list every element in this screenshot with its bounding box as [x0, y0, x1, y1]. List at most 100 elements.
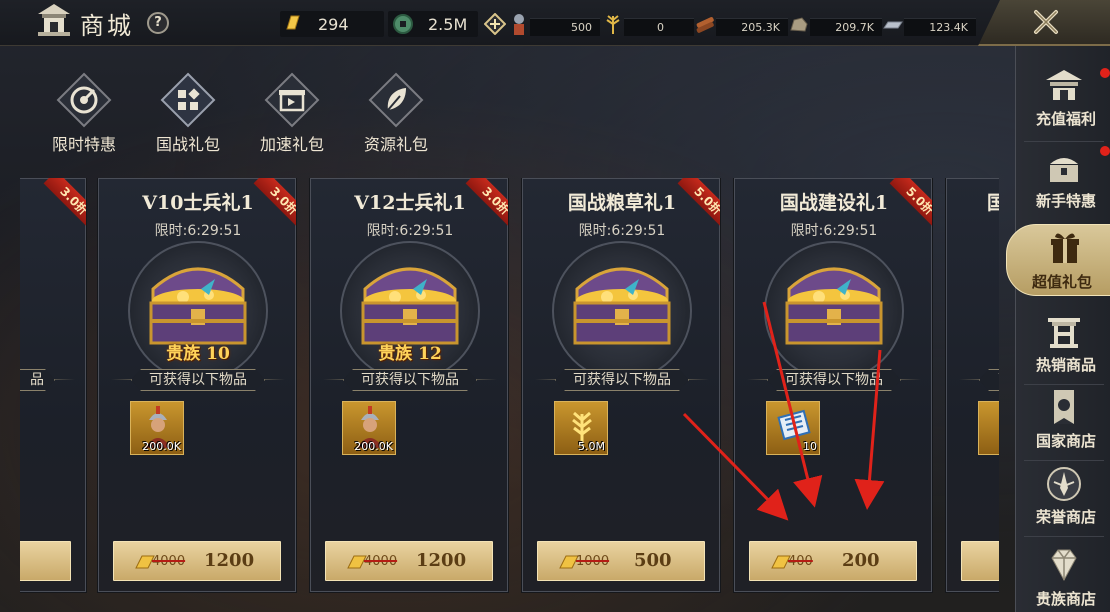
pack-card-partial-left: 礼1 3.0折 品	[20, 178, 87, 593]
discount-ribbon: 3.0折	[248, 178, 296, 226]
iron-icon	[883, 21, 903, 29]
soldier-count: 500	[571, 21, 592, 34]
item-quantity: 5.0M	[578, 440, 605, 453]
notification-dot	[1100, 68, 1110, 78]
tab-national-war-packs[interactable]: 国战礼包	[138, 72, 230, 158]
notification-dot	[1100, 146, 1110, 156]
close-icon[interactable]	[1030, 6, 1062, 38]
discount-label: 5.0折	[677, 178, 720, 226]
reward-item[interactable]: 10	[766, 401, 820, 455]
original-price: 1000	[576, 554, 610, 569]
obtain-banner: 品	[20, 367, 75, 393]
shop-sidebar: 充值福利 新手特惠 超值礼包 热销商品 国家商店 荣誉商店 贵族商店	[1006, 46, 1110, 612]
pack-title: 国	[987, 192, 999, 214]
wood-resource: 205.3K	[694, 12, 790, 38]
tab-limited-offers[interactable]: 限时特惠	[34, 72, 126, 158]
add-resource-icon[interactable]	[484, 13, 506, 35]
nobility-requirement: 贵族 12	[378, 344, 442, 364]
sale-price: 200	[842, 550, 880, 571]
sale-price: 1200	[204, 550, 255, 571]
pack-timer: 限时:6:29:51	[154, 223, 242, 239]
treasure-chest-icon	[785, 267, 883, 345]
discount-label: 3.0折	[253, 178, 296, 226]
gift-icon	[1051, 233, 1079, 263]
stone-count: 209.7K	[835, 21, 874, 34]
obtain-label: 可获得以下物品	[131, 369, 265, 391]
item-quantity: 200.0K	[142, 440, 181, 453]
buy-button[interactable]: 4000 1200	[325, 541, 493, 581]
sidebar-item-national-shop[interactable]: 国家商店	[1016, 384, 1110, 460]
buy-button[interactable]: 400 200	[749, 541, 917, 581]
sidebar-label: 热销商品	[1035, 356, 1096, 374]
buy-button[interactable]: 4000 1200	[113, 541, 281, 581]
pack-card: 国战粮草礼1 5.0折 限时:6:29:51 可获得以下物品 5.0M 1000…	[521, 178, 721, 593]
buy-button[interactable]: 1000 500	[537, 541, 705, 581]
tab-speedup-packs[interactable]: 加速礼包	[242, 72, 334, 158]
sidebar-label: 新手特惠	[1035, 192, 1096, 210]
banner-icon	[1054, 390, 1074, 424]
blocks-icon	[160, 72, 216, 128]
copper-coin-icon	[393, 14, 413, 34]
pack-timer: 限时:6:29:51	[366, 223, 454, 239]
pack-timer: 限时:6:29:51	[790, 223, 878, 239]
sidebar-item-noble-shop[interactable]: 贵族商店	[1016, 542, 1110, 612]
reward-item[interactable]: 200.0K	[130, 401, 184, 455]
buy-button[interactable]	[20, 541, 71, 581]
obtain-banner: 可获得以下物品	[535, 367, 709, 393]
soldier-resource: 500	[508, 12, 600, 38]
stone-resource: 209.7K	[788, 12, 884, 38]
sale-price: 1200	[416, 550, 467, 571]
buy-button[interactable]	[961, 541, 999, 581]
original-price: 4000	[152, 554, 186, 569]
grain-icon	[606, 15, 620, 34]
pack-card-partial-right: 国 可	[945, 178, 999, 593]
reward-item[interactable]	[978, 401, 999, 455]
discount-ribbon: 5.0折	[884, 178, 932, 226]
obtain-banner: 可获得以下物品	[323, 367, 497, 393]
diamond-icon	[1051, 549, 1077, 582]
obtain-label: 可	[979, 369, 999, 391]
iron-resource: 123.4K	[882, 12, 978, 38]
obtain-banner: 可获得以下物品	[747, 367, 921, 393]
pack-card: V12士兵礼1 3.0折 限时:6:29:51 贵族 12 可获得以下物品 20…	[309, 178, 509, 593]
reward-item[interactable]: 200.0K	[342, 401, 396, 455]
sidebar-label: 充值福利	[1035, 110, 1096, 128]
sidebar-item-hot-items[interactable]: 热销商品	[1016, 308, 1110, 384]
sidebar-item-newbie-deals[interactable]: 新手特惠	[1016, 144, 1110, 220]
obtain-label: 可获得以下物品	[767, 369, 901, 391]
sidebar-label: 超值礼包	[1031, 273, 1092, 291]
tab-label: 加速礼包	[259, 135, 324, 154]
obtain-banner: 可获得以下物品	[111, 367, 285, 393]
market-stall-icon	[1048, 318, 1080, 348]
tab-label: 限时特惠	[51, 135, 116, 154]
pavilion-icon	[1046, 70, 1082, 100]
pack-card: 国战建设礼1 5.0折 限时:6:29:51 可获得以下物品 10 400 20…	[733, 178, 933, 593]
gold-amount: 294	[318, 15, 349, 34]
iron-count: 123.4K	[929, 21, 968, 34]
discount-label: 5.0折	[889, 178, 932, 226]
discount-label: 3.0折	[465, 178, 508, 226]
item-quantity: 200.0K	[354, 440, 393, 453]
discount-ribbon: 5.0折	[672, 178, 720, 226]
tab-resource-packs[interactable]: 资源礼包	[346, 72, 438, 158]
discount-label: 3.0折	[43, 178, 86, 226]
help-button[interactable]: ?	[147, 12, 169, 34]
sidebar-item-recharge-benefits[interactable]: 充值福利	[1016, 62, 1110, 138]
timer-target-icon	[56, 72, 112, 128]
page-title: 商城	[80, 12, 134, 40]
gift-box-icon	[264, 72, 320, 128]
tab-label: 国战礼包	[155, 135, 220, 154]
chest-icon	[1050, 158, 1078, 182]
sidebar-item-value-packs[interactable]: 超值礼包	[1006, 224, 1110, 296]
sidebar-label: 国家商店	[1035, 432, 1096, 450]
shop-pavilion-icon	[38, 4, 70, 36]
sidebar-item-honor-shop[interactable]: 荣誉商店	[1016, 460, 1110, 536]
original-price: 400	[788, 554, 813, 569]
obtain-label: 可获得以下物品	[555, 369, 689, 391]
original-price: 4000	[364, 554, 398, 569]
reward-item[interactable]: 5.0M	[554, 401, 608, 455]
discount-ribbon: 3.0折	[460, 178, 508, 226]
nobility-requirement: 贵族 10	[166, 344, 230, 364]
wood-icon	[696, 17, 714, 33]
soldier-icon	[514, 14, 524, 35]
